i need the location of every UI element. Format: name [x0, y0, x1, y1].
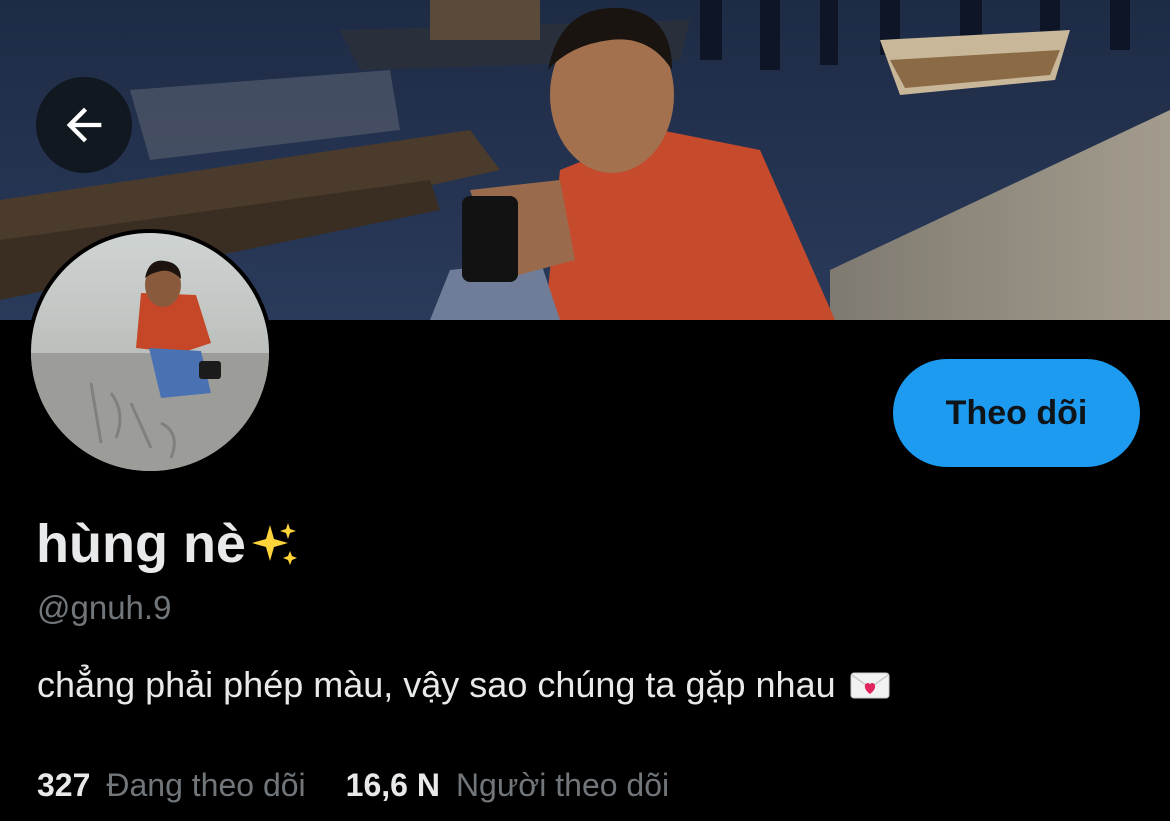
bio-text: chẳng phải phép màu, vậy sao chúng ta gặ…	[37, 664, 836, 705]
following-label: Đang theo dõi	[106, 767, 306, 803]
love-letter-icon	[850, 672, 890, 699]
following-count: 327	[37, 767, 91, 803]
display-name: hùng nè	[36, 512, 300, 576]
followers-label: Người theo dõi	[455, 767, 670, 803]
sparkles-icon	[251, 523, 297, 565]
profile-bio: chẳng phải phép màu, vậy sao chúng ta gặ…	[37, 663, 890, 707]
profile-handle: @gnuh.9	[37, 589, 172, 626]
following-link[interactable]: 327 Đang theo dõi	[37, 765, 306, 805]
display-name-text: hùng nè	[36, 514, 246, 574]
back-button[interactable]	[36, 77, 132, 173]
follow-button[interactable]: Theo dõi	[893, 359, 1140, 467]
followers-count: 16,6 N	[345, 767, 440, 803]
followers-link[interactable]: 16,6 N Người theo dõi	[346, 765, 669, 805]
arrow-left-icon	[66, 107, 102, 143]
profile-stats: 327 Đang theo dõi 16,6 N Người theo dõi	[37, 765, 669, 805]
avatar-photo	[31, 233, 269, 471]
profile-avatar[interactable]	[27, 229, 273, 475]
